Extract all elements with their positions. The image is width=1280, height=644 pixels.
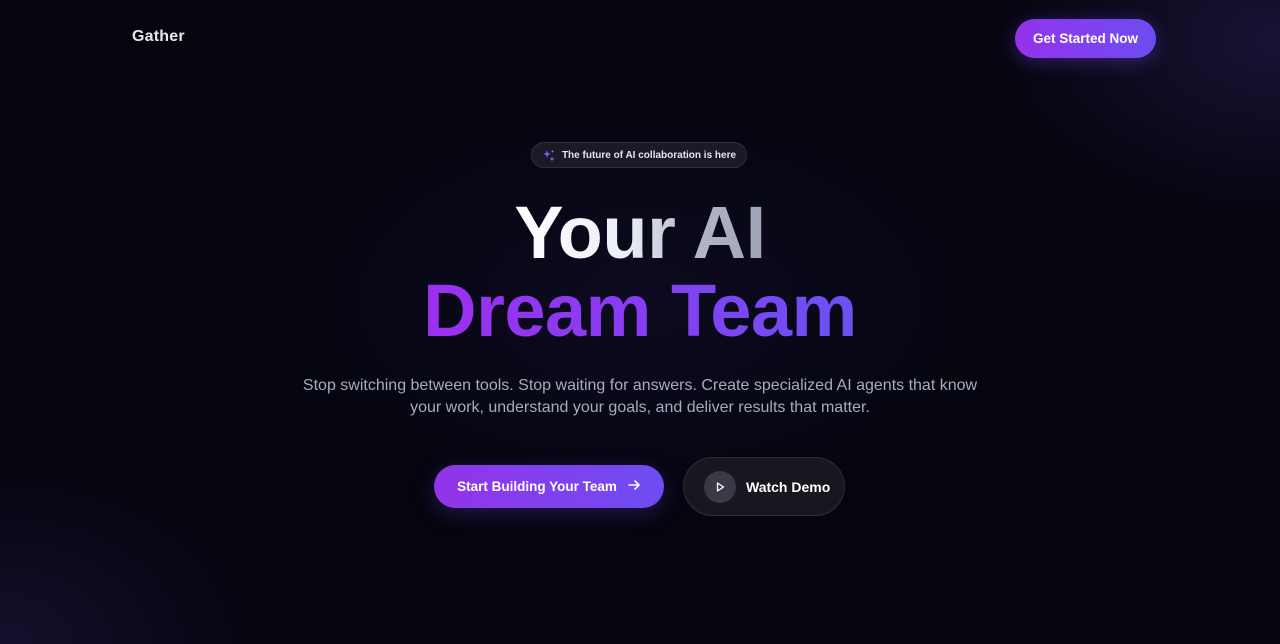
play-icon: [704, 470, 736, 503]
sparkle-icon: [542, 149, 555, 162]
watch-demo-button[interactable]: Watch Demo: [683, 457, 845, 516]
headline-line-2: Dream Team: [0, 268, 1280, 354]
get-started-button[interactable]: Get Started Now: [1015, 19, 1156, 58]
top-nav: Gather Get Started Now: [0, 0, 1280, 78]
subtitle-line-1: Stop switching between tools. Stop waiti…: [302, 377, 978, 394]
headline-line-1: Your AI: [0, 190, 1280, 276]
hero-subtitle: Stop switching between tools. Stop waiti…: [280, 375, 1000, 419]
watch-demo-label: Watch Demo: [746, 478, 831, 495]
logo[interactable]: Gather: [132, 28, 185, 46]
headline-line-2-text: Dream Team: [423, 269, 857, 352]
badge-text: The future of AI collaboration is here: [561, 149, 737, 161]
landing-page: Gather Get Started Now The future of AI …: [0, 0, 1280, 644]
headline-line-1-text: Your AI: [514, 191, 766, 274]
announcement-badge: The future of AI collaboration is here: [531, 142, 747, 168]
subtitle-line-2: your work, understand your goals, and de…: [410, 399, 870, 416]
start-building-button[interactable]: Start Building Your Team: [434, 465, 664, 508]
start-building-label: Start Building Your Team: [457, 479, 617, 494]
arrow-right-icon: [627, 478, 641, 495]
